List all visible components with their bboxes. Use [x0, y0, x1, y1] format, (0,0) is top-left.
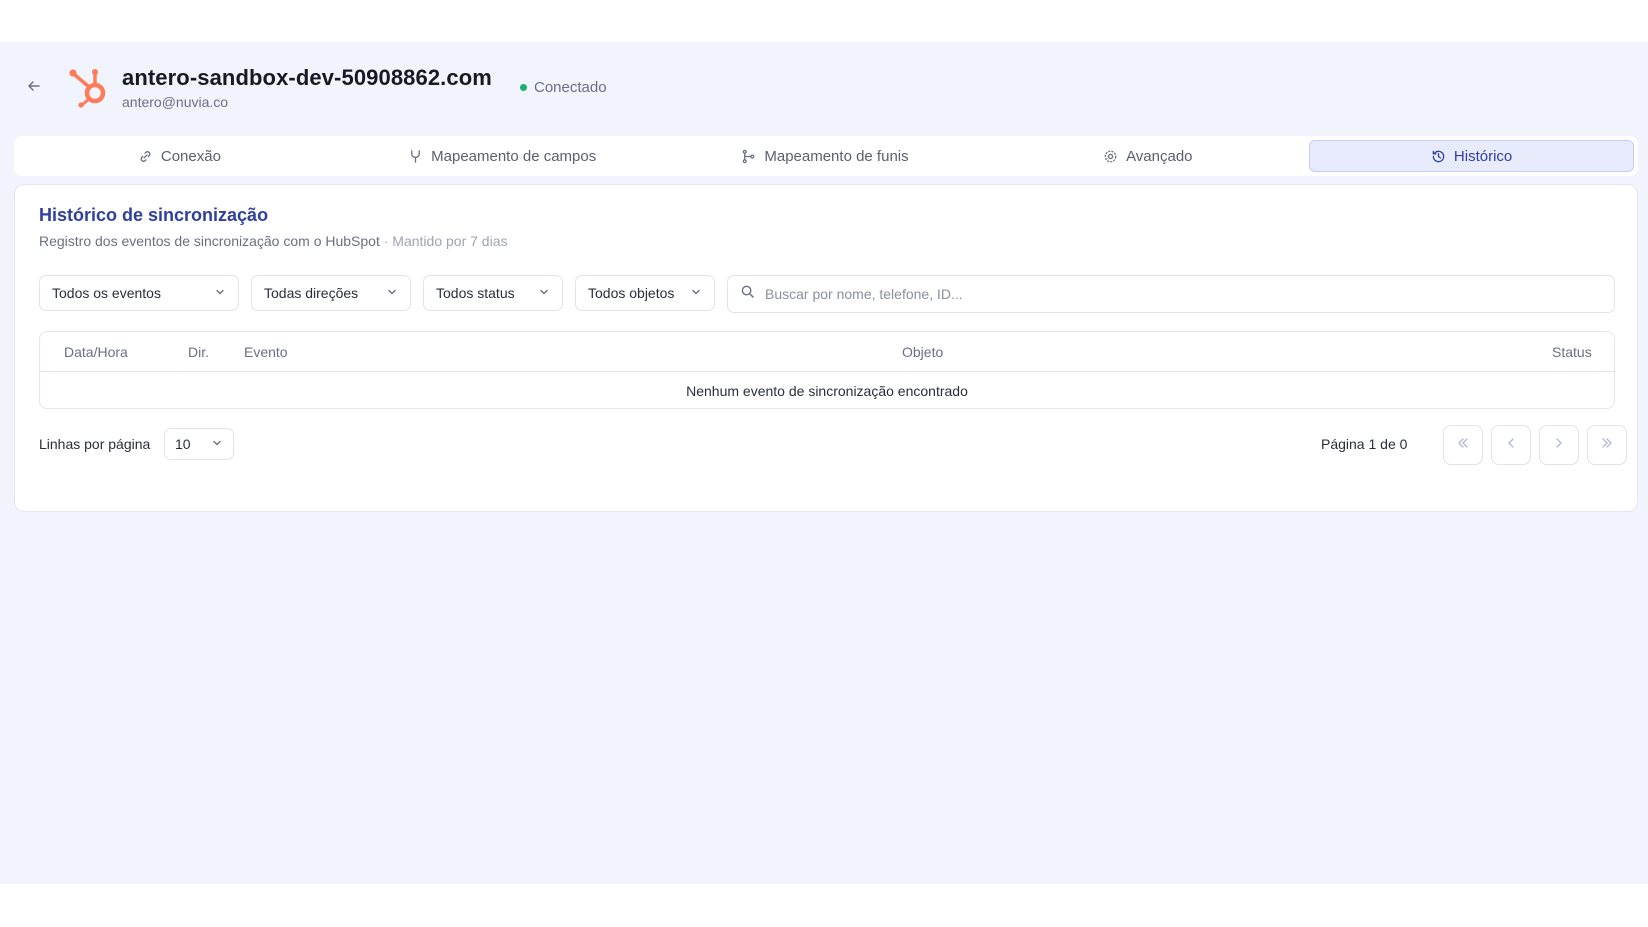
chevron-down-icon: [386, 285, 398, 301]
gear-icon: [1103, 149, 1118, 164]
object-filter-select[interactable]: Todos objetos: [575, 275, 715, 311]
chevron-left-icon: [1504, 436, 1518, 455]
page-indicator: Página 1 de 0: [1321, 436, 1408, 452]
select-value: Todas direções: [264, 285, 359, 301]
search-input[interactable]: [765, 286, 1602, 302]
app-canvas: antero-sandbox-dev-50908862.com antero@n…: [0, 42, 1648, 884]
first-page-button[interactable]: [1443, 425, 1483, 465]
search-icon: [740, 284, 755, 304]
table-header: Data/Hora Dir. Evento Objeto Status: [40, 332, 1614, 372]
direction-filter-select[interactable]: Todas direções: [251, 275, 411, 311]
retention-note: · Mantido por 7 dias: [379, 233, 508, 249]
account-name: antero-sandbox-dev-50908862.com: [122, 65, 492, 90]
select-value: Todos objetos: [588, 285, 675, 301]
column-header-datetime: Data/Hora: [64, 344, 128, 360]
tab-label: Conexão: [160, 147, 221, 165]
tab-label: Mapeamento de funis: [764, 147, 909, 165]
search-box: [727, 275, 1615, 313]
tab-label: Mapeamento de campos: [431, 147, 597, 165]
tab-conexao[interactable]: Conexão: [18, 140, 341, 172]
column-header-object: Objeto: [902, 344, 944, 360]
tab-label: Avançado: [1126, 147, 1193, 165]
chevrons-right-icon: [1600, 436, 1614, 455]
status-dot-icon: [520, 84, 527, 91]
rows-per-page-label: Linhas por página: [39, 436, 151, 452]
git-branch-icon: [741, 149, 756, 164]
history-icon: [1431, 149, 1446, 164]
sync-history-card: Histórico de sincronização Registro dos …: [14, 184, 1638, 512]
integration-header: antero-sandbox-dev-50908862.com antero@n…: [0, 42, 1648, 134]
last-page-button[interactable]: [1587, 425, 1627, 465]
next-page-button[interactable]: [1539, 425, 1579, 465]
tab-historico[interactable]: Histórico: [1309, 140, 1634, 172]
link-icon: [138, 149, 153, 164]
status-filter-select[interactable]: Todos status: [423, 275, 563, 311]
tab-bar: Conexão Mapeamento de campos Mapeamento …: [14, 136, 1638, 176]
select-value: Todos os eventos: [52, 285, 161, 301]
card-subtitle: Registro dos eventos de sincronização co…: [39, 233, 507, 249]
empty-state-message: Nenhum evento de sincronização encontrad…: [686, 383, 968, 399]
previous-page-button[interactable]: [1491, 425, 1531, 465]
tab-mapeamento-campos[interactable]: Mapeamento de campos: [341, 140, 664, 172]
account-email: antero@nuvia.co: [122, 94, 229, 110]
chevron-down-icon: [538, 285, 550, 301]
arrow-left-icon: [26, 78, 42, 99]
chevron-right-icon: [1552, 436, 1566, 455]
column-header-direction: Dir.: [188, 344, 209, 360]
rows-per-page-select[interactable]: 10: [164, 428, 234, 460]
filters-bar: Todos os eventos Todas direções Todos st…: [39, 275, 1615, 313]
select-value: Todos status: [436, 285, 515, 301]
subtitle-text: Registro dos eventos de sincronização co…: [39, 233, 380, 249]
tab-avancado[interactable]: Avançado: [986, 140, 1309, 172]
chevron-down-icon: [214, 285, 226, 301]
fork-icon: [408, 149, 423, 164]
status-label: Conectado: [534, 79, 607, 96]
back-button[interactable]: [22, 76, 46, 100]
sync-events-table: Data/Hora Dir. Evento Objeto Status Nenh…: [39, 331, 1615, 409]
event-filter-select[interactable]: Todos os eventos: [39, 275, 239, 311]
select-value: 10: [175, 436, 191, 452]
hubspot-logo: [68, 66, 110, 108]
chevrons-left-icon: [1456, 436, 1470, 455]
column-header-status: Status: [1552, 344, 1592, 360]
tab-mapeamento-funis[interactable]: Mapeamento de funis: [664, 140, 987, 172]
column-header-event: Evento: [244, 344, 288, 360]
card-title: Histórico de sincronização: [39, 205, 269, 225]
chevron-down-icon: [690, 285, 702, 301]
chevron-down-icon: [211, 436, 223, 452]
connection-status: Conectado: [520, 79, 607, 96]
pagination: Linhas por página 10 Página 1 de 0: [39, 425, 1627, 465]
tab-label: Histórico: [1453, 147, 1513, 165]
